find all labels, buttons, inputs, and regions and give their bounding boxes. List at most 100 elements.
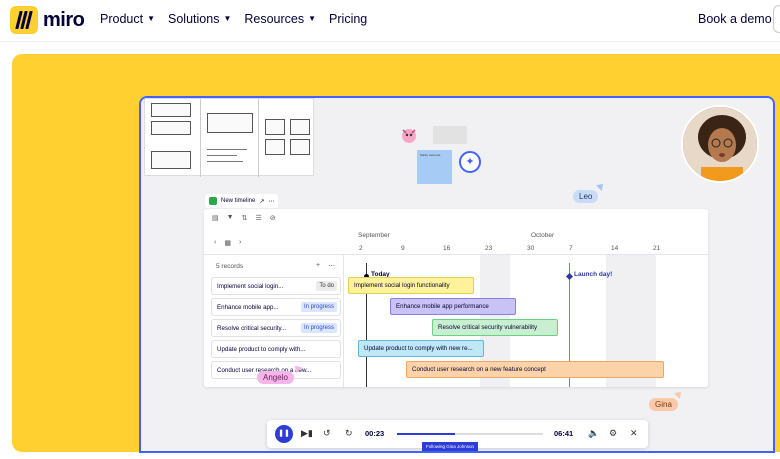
task-bar-label: Conduct user research on a new feature c… bbox=[412, 366, 546, 373]
ai-sparkle-icon[interactable]: ✦ bbox=[459, 151, 481, 173]
wireframe-line bbox=[207, 161, 243, 162]
total-time: 06:41 bbox=[554, 429, 574, 438]
nav-label: Solutions bbox=[168, 12, 220, 26]
status-badge: In progress bbox=[300, 323, 337, 333]
timeline-date-header: ‹ ▦ › September October 2 9 16 23 30 7 1… bbox=[204, 229, 708, 255]
add-icon[interactable]: + bbox=[316, 262, 320, 270]
sticker-icon bbox=[399, 125, 419, 145]
chevron-left-icon[interactable]: ‹ bbox=[214, 239, 216, 247]
task-bar-label: Resolve critical security vulnerability bbox=[438, 324, 538, 331]
date-navigation: ‹ ▦ › bbox=[214, 239, 241, 247]
wireframe-box bbox=[151, 151, 191, 169]
progress-track[interactable] bbox=[397, 433, 543, 435]
records-list: 5 records + ⋯ Implement social login... … bbox=[204, 255, 344, 387]
wireframe-box bbox=[207, 113, 253, 133]
task-name: Implement social login... bbox=[217, 282, 284, 290]
nav-item-product[interactable]: Product ▼ bbox=[100, 12, 155, 26]
rewind-icon[interactable]: ↺ bbox=[323, 428, 331, 439]
month-label: October bbox=[531, 232, 555, 239]
day-label: 14 bbox=[611, 245, 619, 252]
miro-logo-icon bbox=[10, 6, 38, 34]
wireframe-box bbox=[151, 121, 191, 135]
close-icon[interactable]: ✕ bbox=[630, 428, 638, 439]
records-tools: + ⋯ bbox=[316, 262, 335, 270]
nav-label: Resources bbox=[244, 12, 305, 26]
wireframe-line bbox=[207, 155, 237, 156]
timeline-name: New timeline bbox=[221, 198, 256, 204]
nav-label: Product bbox=[100, 12, 144, 26]
task-bar[interactable]: Conduct user research on a new feature c… bbox=[406, 361, 664, 378]
more-icon[interactable]: ⋯ bbox=[268, 198, 274, 205]
calendar-icon[interactable]: ▦ bbox=[224, 239, 231, 247]
wireframe-box bbox=[290, 139, 310, 155]
chevron-down-icon: ▼ bbox=[308, 13, 317, 23]
settings-icon[interactable]: ▤ bbox=[212, 214, 219, 222]
nav-item-solutions[interactable]: Solutions ▼ bbox=[168, 12, 231, 26]
following-label: Following Gina Johnson bbox=[422, 442, 479, 451]
day-label: 2 bbox=[359, 245, 363, 252]
pause-button[interactable]: ❚❚ bbox=[275, 425, 293, 443]
board-canvas: Sticky note text ✦ Leo New timeline ↗ ⋯ … bbox=[141, 98, 773, 451]
wireframe-column bbox=[201, 99, 259, 177]
signup-button-edge[interactable] bbox=[773, 5, 780, 33]
current-time: 00:23 bbox=[365, 429, 385, 438]
miro-logo[interactable]: miro bbox=[10, 6, 85, 34]
chevron-down-icon: ▼ bbox=[223, 13, 232, 23]
status-badge: In progress bbox=[300, 302, 337, 312]
collaborator-cursor-gina: Gina bbox=[649, 398, 678, 411]
task-row[interactable]: Resolve critical security... In progress bbox=[211, 319, 341, 337]
task-bar[interactable]: Implement social login functionality bbox=[348, 277, 474, 294]
wireframe-sketch bbox=[144, 98, 314, 177]
nav-item-pricing[interactable]: Pricing bbox=[329, 12, 367, 26]
day-label: 23 bbox=[485, 245, 493, 252]
next-icon[interactable]: ▶▮ bbox=[301, 428, 313, 439]
timeline-toolbar: ▤ ▼ ⇅ ☰ ⊘ bbox=[212, 214, 276, 222]
day-label: 16 bbox=[443, 245, 451, 252]
task-name: Enhance mobile app... bbox=[217, 303, 279, 311]
task-row[interactable]: Update product to comply with... bbox=[211, 340, 341, 358]
wireframe-line bbox=[207, 149, 247, 150]
wireframe-box bbox=[265, 119, 285, 135]
timeline-title-bar[interactable]: New timeline ↗ ⋯ bbox=[205, 194, 279, 208]
nav-label: Pricing bbox=[329, 12, 368, 26]
timeline-panel: ▤ ▼ ⇅ ☰ ⊘ ‹ ▦ › September October 2 9 16… bbox=[204, 209, 708, 387]
milestone-diamond-icon bbox=[565, 272, 574, 281]
more-icon[interactable]: ⋯ bbox=[328, 262, 335, 270]
cursor-arrow-icon bbox=[596, 181, 606, 191]
forward-icon[interactable]: ↻ bbox=[345, 428, 353, 439]
collaborator-cursor-leo: Leo bbox=[573, 190, 599, 203]
mute-icon[interactable]: 🔈 bbox=[588, 428, 599, 439]
nav-menu: Product ▼ Solutions ▼ Resources ▼ Pricing bbox=[100, 12, 367, 26]
wireframe-box bbox=[290, 119, 310, 135]
group-icon[interactable]: ☰ bbox=[255, 214, 261, 222]
task-row[interactable]: Enhance mobile app... In progress bbox=[211, 298, 341, 316]
task-row[interactable]: Implement social login... To do bbox=[211, 277, 341, 295]
gear-icon[interactable]: ⚙ bbox=[609, 428, 617, 439]
wireframe-box bbox=[265, 139, 285, 155]
sticky-note-text: Sticky note text bbox=[420, 153, 441, 157]
expand-icon[interactable]: ↗ bbox=[259, 198, 264, 205]
day-label: 9 bbox=[401, 245, 405, 252]
sticky-note-grey[interactable] bbox=[433, 126, 467, 144]
status-badge: To do bbox=[316, 281, 337, 291]
top-navbar: miro Product ▼ Solutions ▼ Resources ▼ Pric… bbox=[0, 0, 780, 42]
sort-icon[interactable]: ⇅ bbox=[242, 214, 248, 222]
task-bar[interactable]: Update product to comply with new re... bbox=[358, 340, 484, 357]
brand-name: miro bbox=[43, 8, 85, 31]
cursor-arrow-icon bbox=[674, 389, 684, 399]
collaborator-cursor-angelo: Angelo bbox=[257, 371, 294, 384]
task-bar[interactable]: Resolve critical security vulnerability bbox=[432, 319, 558, 336]
filter-icon[interactable]: ▼ bbox=[227, 214, 234, 222]
chevron-right-icon[interactable]: › bbox=[239, 239, 241, 247]
task-bar-label: Implement social login functionality bbox=[354, 282, 450, 289]
book-demo-link[interactable]: Book a demo bbox=[698, 12, 772, 26]
task-bar-label: Enhance mobile app performance bbox=[396, 303, 489, 310]
sticky-note[interactable]: Sticky note text bbox=[417, 150, 452, 184]
hide-icon[interactable]: ⊘ bbox=[270, 214, 276, 222]
task-bar[interactable]: Enhance mobile app performance bbox=[390, 298, 516, 315]
nav-item-resources[interactable]: Resources ▼ bbox=[244, 12, 316, 26]
month-label: September bbox=[358, 232, 390, 239]
progress-fill bbox=[397, 433, 456, 435]
task-bar-label: Update product to comply with new re... bbox=[364, 345, 473, 352]
chevron-down-icon: ▼ bbox=[147, 13, 156, 23]
